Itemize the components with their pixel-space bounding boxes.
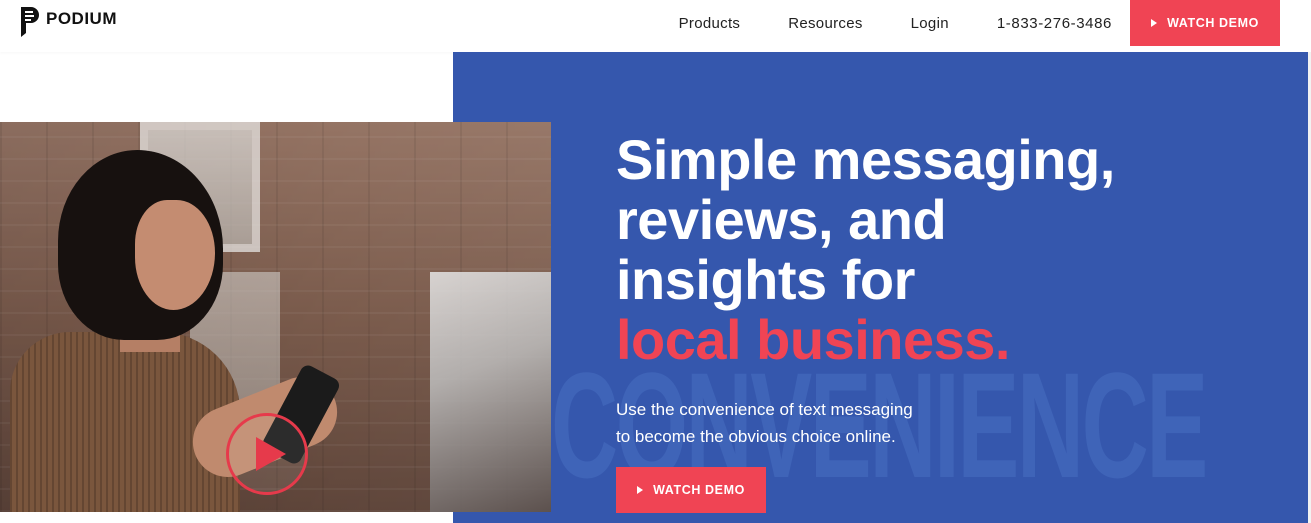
nav-item-login[interactable]: Login bbox=[911, 15, 949, 32]
headline-line-1: Simple messaging, bbox=[616, 128, 1115, 191]
hero-watch-demo-label: WATCH DEMO bbox=[653, 483, 745, 497]
play-circle-icon[interactable] bbox=[226, 413, 308, 495]
video-play-triangle bbox=[256, 437, 286, 471]
subtext-line-1: Use the convenience of text messaging bbox=[616, 400, 913, 419]
hero-headline: Simple messaging, reviews, and insights … bbox=[616, 130, 1256, 370]
site-header: PODIUM Products Resources Login 1-833-27… bbox=[0, 0, 1311, 52]
hero-video-thumbnail[interactable] bbox=[0, 122, 551, 512]
headline-accent: local business. bbox=[616, 308, 1011, 371]
podium-logo-icon bbox=[21, 7, 39, 37]
play-icon bbox=[1151, 19, 1158, 27]
brand-name: PODIUM bbox=[46, 9, 117, 28]
subtext-line-2: to become the obvious choice online. bbox=[616, 427, 896, 446]
nav-item-products[interactable]: Products bbox=[679, 15, 741, 32]
laptop-screen bbox=[430, 272, 551, 512]
main-nav: Products Resources Login 1-833-276-3486 … bbox=[679, 0, 1280, 46]
hero-subtext: Use the convenience of text messaging to… bbox=[616, 396, 1036, 450]
phone-number-link[interactable]: 1-833-276-3486 bbox=[997, 15, 1112, 32]
brand-logo-link[interactable]: PODIUM bbox=[20, 6, 117, 38]
header-watch-demo-button[interactable]: WATCH DEMO bbox=[1130, 0, 1280, 46]
hero-watch-demo-button[interactable]: WATCH DEMO bbox=[616, 467, 766, 513]
headline-line-3: insights for bbox=[616, 248, 915, 311]
nav-item-resources[interactable]: Resources bbox=[788, 15, 862, 32]
headline-line-2: reviews, and bbox=[616, 188, 947, 251]
header-watch-demo-label: WATCH DEMO bbox=[1167, 16, 1259, 30]
play-icon bbox=[637, 486, 644, 494]
